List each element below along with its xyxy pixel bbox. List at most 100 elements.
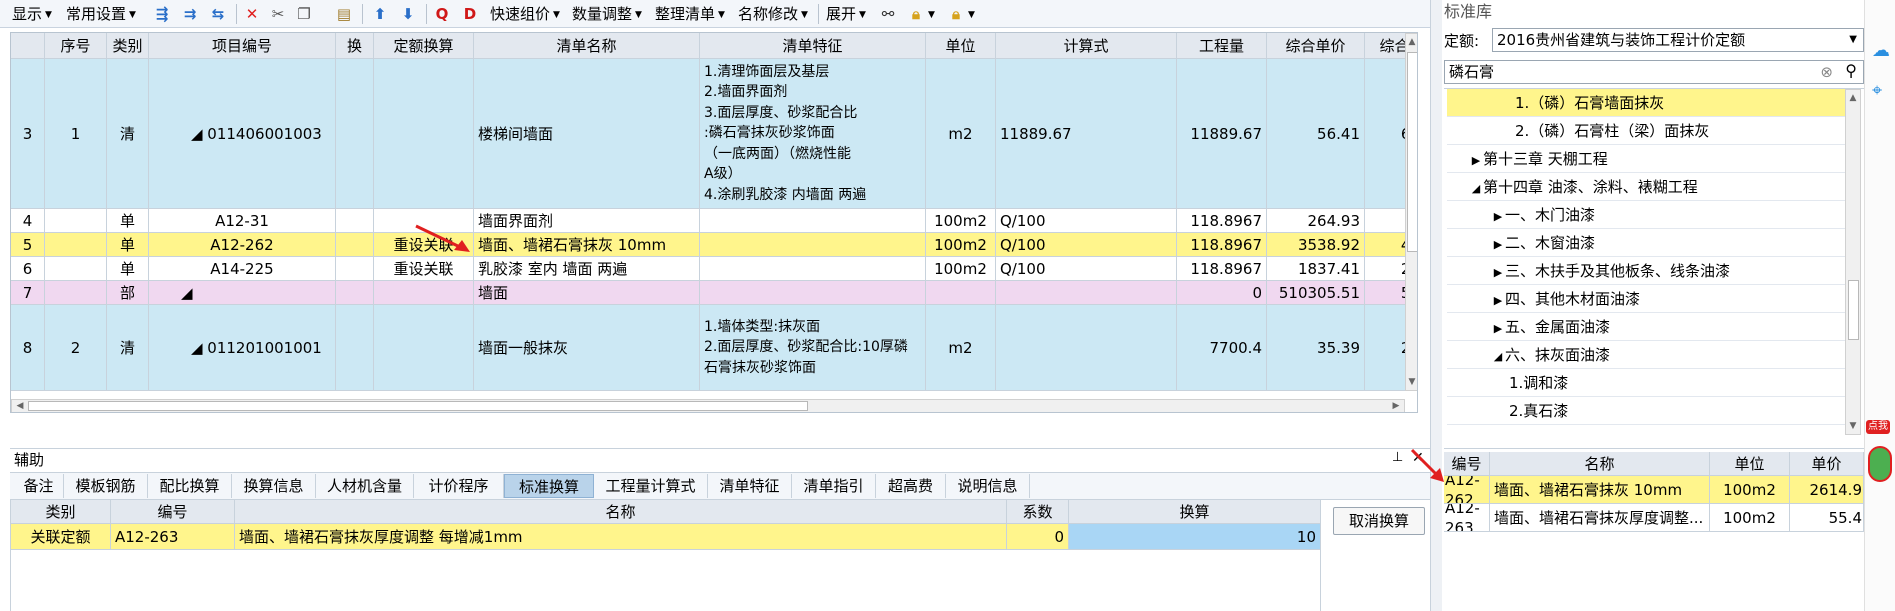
qty-cell[interactable]: 7700.4: [1177, 305, 1267, 391]
insert-row-icon[interactable]: ⇶: [152, 4, 172, 24]
price-cell[interactable]: 1837.41: [1267, 257, 1365, 281]
formula-cell[interactable]: Q/100: [996, 257, 1177, 281]
code-cell[interactable]: A12-262: [149, 233, 336, 257]
tab-resource-content[interactable]: 人材机含量: [316, 474, 414, 498]
tree-item[interactable]: 2.（磷）石膏柱（梁）面抹灰: [1447, 117, 1847, 145]
conv-value-cell[interactable]: 10: [1069, 524, 1321, 550]
huan-cell[interactable]: [336, 305, 374, 391]
result-header-price[interactable]: 单价: [1790, 452, 1864, 476]
name-cell[interactable]: 墙面: [474, 281, 700, 305]
price-cell[interactable]: 510305.51: [1267, 281, 1365, 305]
tab-conversion-info[interactable]: 换算信息: [232, 474, 316, 498]
code-cell[interactable]: ◢ 011406001003: [149, 59, 336, 209]
copy-icon[interactable]: ❐: [294, 4, 314, 24]
insert-child-icon[interactable]: ⇉: [180, 4, 200, 24]
lock-all-icon[interactable]: 🔒︎: [946, 4, 966, 24]
unit-cell[interactable]: m2: [926, 305, 996, 391]
name-cell[interactable]: 乳胶漆 室内 墙面 两遍: [474, 257, 700, 281]
name-cell[interactable]: 楼梯间墙面: [474, 59, 700, 209]
cut-icon[interactable]: ✂: [268, 4, 288, 24]
d-icon[interactable]: D: [460, 4, 480, 24]
formula-cell[interactable]: [996, 281, 1177, 305]
result-header-name[interactable]: 名称: [1490, 452, 1710, 476]
col-header-unit[interactable]: 单位: [926, 33, 996, 59]
feature-cell[interactable]: [700, 281, 926, 305]
expand-toggle-icon[interactable]: ▶: [1491, 259, 1505, 287]
tab-ratio-conversion[interactable]: 配比换算: [148, 474, 232, 498]
result-code-cell[interactable]: A12-263: [1444, 504, 1490, 532]
unit-cell[interactable]: [926, 281, 996, 305]
col-header-huan[interactable]: 换: [336, 33, 374, 59]
huan-cell[interactable]: [336, 59, 374, 209]
qty-cell[interactable]: 0: [1177, 281, 1267, 305]
grid-vscroll-thumb[interactable]: [1407, 52, 1417, 252]
result-price-cell[interactable]: 2614.9: [1790, 476, 1864, 504]
tab-bill-guide[interactable]: 清单指引: [792, 474, 876, 498]
clear-icon[interactable]: ⊗: [1820, 61, 1833, 83]
qty-cell[interactable]: 11889.67: [1177, 59, 1267, 209]
formula-cell[interactable]: 11889.67: [996, 59, 1177, 209]
name-cell[interactable]: 墙面界面剂: [474, 209, 700, 233]
show-menu[interactable]: 显示 ▼: [12, 4, 52, 24]
type-cell[interactable]: 清: [107, 305, 149, 391]
type-cell[interactable]: 单: [107, 233, 149, 257]
tree-item[interactable]: ▶ 第十三章 天棚工程: [1447, 145, 1847, 173]
unit-cell[interactable]: 100m2: [926, 257, 996, 281]
expand-menu[interactable]: 展开 ▼: [826, 4, 866, 24]
seq-cell[interactable]: [45, 209, 107, 233]
paste-icon[interactable]: ▤: [334, 4, 354, 24]
code-cell[interactable]: ◢ 011201001001: [149, 305, 336, 391]
price-cell[interactable]: 56.41: [1267, 59, 1365, 209]
qty-cell[interactable]: 118.8967: [1177, 257, 1267, 281]
tree-item[interactable]: 2.真石漆: [1447, 397, 1847, 425]
conv-cell[interactable]: 重设关联: [374, 257, 474, 281]
qty-cell[interactable]: 118.8967: [1177, 209, 1267, 233]
mascot-icon[interactable]: [1868, 446, 1892, 482]
col-header-conv[interactable]: 定额换算: [374, 33, 474, 59]
tab-standard-conversion[interactable]: 标准换算: [504, 474, 594, 498]
name-cell[interactable]: 墙面一般抹灰: [474, 305, 700, 391]
search-icon[interactable]: ⚲: [1845, 60, 1857, 82]
conv-header-conv[interactable]: 换算: [1069, 500, 1321, 524]
conv-cell[interactable]: [374, 281, 474, 305]
col-header-rownum[interactable]: [11, 33, 45, 59]
conv-cell[interactable]: [374, 59, 474, 209]
price-cell[interactable]: 264.93: [1267, 209, 1365, 233]
tab-height-fee[interactable]: 超高费: [876, 474, 946, 498]
expand-toggle-icon[interactable]: ▶: [1469, 147, 1483, 175]
tree-vertical-scrollbar[interactable]: ▲ ▼: [1845, 89, 1861, 435]
formula-cell[interactable]: Q/100: [996, 233, 1177, 257]
grid-horizontal-scrollbar[interactable]: ◀ ▶: [11, 399, 1405, 412]
huan-cell[interactable]: [336, 233, 374, 257]
edge-badge[interactable]: 点我: [1866, 420, 1890, 434]
quota-select[interactable]: 2016贵州省建筑与装饰工程计价定额 ▼: [1492, 28, 1864, 52]
huan-cell[interactable]: [336, 281, 374, 305]
formula-cell[interactable]: Q/100: [996, 209, 1177, 233]
organize-menu[interactable]: 整理清单 ▼: [655, 4, 725, 24]
feature-cell[interactable]: [700, 233, 926, 257]
conv-header-category[interactable]: 类别: [11, 500, 111, 524]
tree-vscroll-thumb[interactable]: [1848, 280, 1859, 340]
tree-item[interactable]: 1.（磷）石膏墙面抹灰: [1447, 89, 1847, 117]
unit-cell[interactable]: 100m2: [926, 233, 996, 257]
move-down-icon[interactable]: ⬇: [398, 4, 418, 24]
result-price-cell[interactable]: 55.4: [1790, 504, 1864, 532]
col-header-code[interactable]: 项目编号: [149, 33, 336, 59]
conv-coef-cell[interactable]: 0: [1007, 524, 1069, 550]
type-cell[interactable]: 单: [107, 257, 149, 281]
result-code-cell[interactable]: A12-262: [1444, 476, 1490, 504]
conv-header-code[interactable]: 编号: [111, 500, 235, 524]
qty-adjust-menu[interactable]: 数量调整 ▼: [572, 4, 642, 24]
formula-cell[interactable]: [996, 305, 1177, 391]
expand-toggle-icon[interactable]: ▶: [1491, 287, 1505, 315]
conv-cell[interactable]: [374, 305, 474, 391]
collapse-toggle-icon[interactable]: ◢: [1491, 343, 1505, 371]
rename-menu[interactable]: 名称修改 ▼: [738, 4, 808, 24]
col-header-qty[interactable]: 工程量: [1177, 33, 1267, 59]
result-unit-cell[interactable]: 100m2: [1710, 476, 1790, 504]
tree-item[interactable]: ▶ 五、金属面油漆: [1447, 313, 1847, 341]
col-header-name[interactable]: 清单名称: [474, 33, 700, 59]
lock-icon[interactable]: 🔒︎: [906, 4, 926, 24]
code-cell[interactable]: A14-225: [149, 257, 336, 281]
name-cell[interactable]: 墙面、墙裙石膏抹灰 10mm: [474, 233, 700, 257]
